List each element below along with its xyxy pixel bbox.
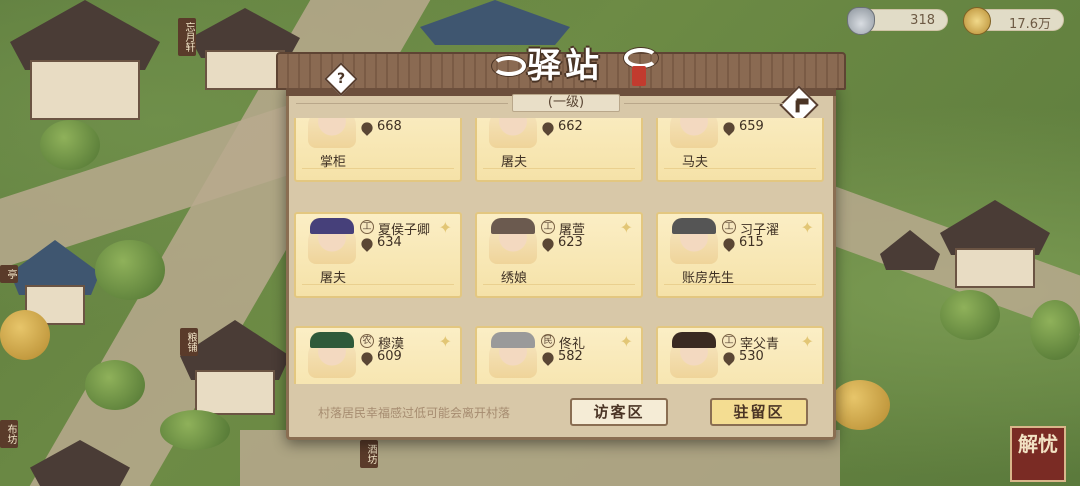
resident-score: 659 (739, 119, 764, 134)
card-divider (483, 168, 635, 169)
hair-icon (672, 332, 716, 348)
seal-stamp-icon (632, 66, 646, 86)
sparkle-icon: ✦ (800, 218, 814, 237)
card-divider (483, 284, 635, 285)
resident-score: 582 (558, 349, 583, 364)
resident-score: 609 (377, 349, 402, 364)
silver-counter: 318 (847, 7, 948, 35)
happiness-icon (540, 120, 556, 136)
avatar (308, 118, 356, 148)
occupation-badge: 工 (541, 220, 555, 234)
resident-score: 615 (739, 235, 764, 250)
divider (296, 103, 508, 104)
happiness-warning: 村落居民幸福感过低可能会离开村落 (318, 406, 511, 420)
resident-area-button[interactable]: 驻留区 (710, 398, 808, 426)
resident-score: 668 (377, 119, 402, 134)
resident-card[interactable]: 工 夏侯子卿 634 屠夫 ✦ (294, 212, 462, 298)
resident-score: 623 (558, 235, 583, 250)
happiness-icon (359, 120, 375, 136)
card-divider (664, 284, 816, 285)
resident-card[interactable]: 659 马夫 (656, 118, 824, 182)
occupation-badge: 工 (722, 220, 736, 234)
coin-value: 17.6万 (1009, 17, 1051, 32)
resident-card[interactable]: 农 穆漠 609 ✦ (294, 326, 462, 384)
resident-card[interactable]: 工 习子濯 615 账房先生 ✦ (656, 212, 824, 298)
happiness-icon (540, 350, 556, 366)
sparkle-icon: ✦ (619, 332, 633, 351)
jieyou-button[interactable]: 解忧 (1010, 426, 1066, 482)
hat-icon (672, 218, 716, 234)
hat-icon (310, 332, 354, 348)
map-sign-cloth-shop[interactable]: 布坊 (0, 420, 18, 448)
visitor-area-button[interactable]: 访客区 (570, 398, 668, 426)
map-sign-pavilion[interactable]: 亭 (0, 265, 18, 283)
station-level: (一级) (512, 94, 620, 112)
resident-score: 662 (558, 119, 583, 134)
resident-card[interactable]: 工 屠萱 623 绣娘 ✦ (475, 212, 643, 298)
map-sign-wangyuexuan[interactable]: 忘月轩 (178, 18, 196, 56)
happiness-icon (721, 350, 737, 366)
map-sign-winery[interactable]: 酒坊 (360, 440, 378, 468)
card-divider (302, 168, 454, 169)
hair-icon (491, 332, 535, 348)
happiness-icon (721, 236, 737, 252)
resident-card[interactable]: 668 掌柜 (294, 118, 462, 182)
cloud-swirl-icon (624, 48, 658, 68)
happiness-icon (359, 350, 375, 366)
resident-card[interactable]: 民 佟礼 582 ✦ (475, 326, 643, 384)
happiness-icon (359, 236, 375, 252)
silver-ingot-icon (847, 7, 875, 35)
hat-icon (310, 218, 354, 234)
resident-card[interactable]: 662 屠夫 (475, 118, 643, 182)
occupation-badge: 工 (360, 220, 374, 234)
sparkle-icon: ✦ (438, 332, 452, 351)
silver-value: 318 (910, 13, 935, 28)
resident-grid[interactable]: 668 掌柜 662 屠夫 659 马夫 工 夏侯子卿 634 屠夫 ✦ 工 屠… (290, 118, 832, 384)
resident-score: 634 (377, 235, 402, 250)
sparkle-icon: ✦ (438, 218, 452, 237)
occupation-badge: 农 (360, 334, 374, 348)
resident-card[interactable]: 工 宰父青 530 ✦ (656, 326, 824, 384)
resident-score: 530 (739, 349, 764, 364)
avatar (670, 118, 718, 148)
sparkle-icon: ✦ (619, 218, 633, 237)
divider (624, 103, 784, 104)
happiness-icon (721, 120, 737, 136)
happiness-icon (540, 236, 556, 252)
card-divider (664, 168, 816, 169)
copper-coin-icon (963, 7, 991, 35)
occupation-badge: 民 (541, 334, 555, 348)
sparkle-icon: ✦ (800, 332, 814, 351)
card-divider (302, 284, 454, 285)
occupation-badge: 工 (722, 334, 736, 348)
question-icon: ? (336, 71, 346, 87)
hammer-handle (795, 100, 800, 113)
map-sign-grain-shop[interactable]: 粮铺 (180, 328, 198, 356)
hair-icon (491, 218, 535, 234)
coin-counter: 17.6万 (963, 7, 1064, 35)
avatar (489, 118, 537, 148)
